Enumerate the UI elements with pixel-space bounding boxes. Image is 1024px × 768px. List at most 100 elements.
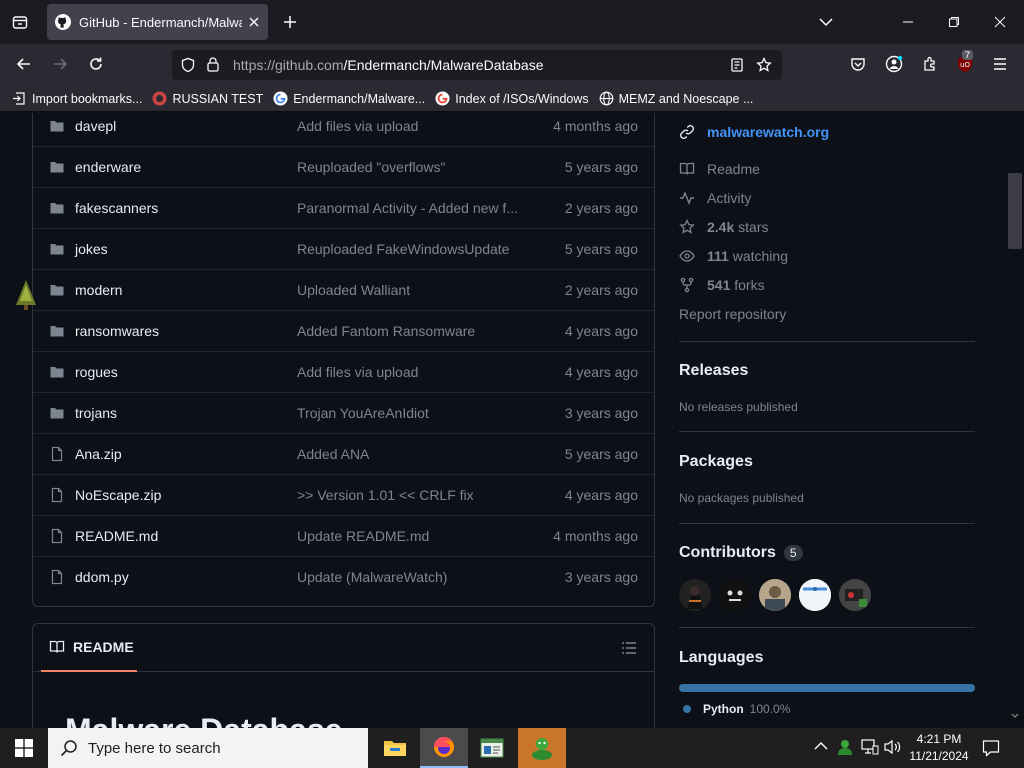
table-row[interactable]: ddom.py Update (MalwareWatch) 3 years ago	[33, 557, 654, 598]
minimize-icon[interactable]	[898, 12, 918, 32]
avatar[interactable]	[839, 579, 871, 611]
bookmark-import[interactable]: Import bookmarks...	[12, 91, 142, 106]
new-tab-icon[interactable]	[280, 12, 300, 32]
taskbar-search-input[interactable]: Type here to search	[48, 728, 368, 768]
file-name-link[interactable]: davepl	[75, 118, 116, 134]
tracking-protection-icon[interactable]	[180, 57, 196, 73]
table-row[interactable]: README.md Update README.md 4 months ago	[33, 516, 654, 557]
browser-tab-active[interactable]: GitHub - Endermanch/MalwareDatabase	[47, 4, 268, 40]
tray-user-icon[interactable]	[837, 738, 855, 756]
mascot-app[interactable]	[518, 728, 566, 768]
extensions-icon[interactable]	[920, 54, 940, 74]
table-row[interactable]: NoEscape.zip >> Version 1.01 << CRLF fix 4…	[33, 475, 654, 516]
file-name-link[interactable]: jokes	[75, 241, 108, 257]
close-window-icon[interactable]	[990, 12, 1010, 32]
packages-heading[interactable]: Packages	[679, 453, 753, 471]
file-name-link[interactable]: README.md	[75, 528, 158, 544]
table-row[interactable]: Ana.zip Added ANA 5 years ago	[33, 434, 654, 475]
commit-message-link[interactable]: Added Fantom Ransomware	[297, 323, 523, 339]
commit-message-link[interactable]: Trojan YouAreAnIdiot	[297, 405, 523, 421]
menu-icon[interactable]	[990, 54, 1010, 74]
file-name-link[interactable]: fakescanners	[75, 200, 158, 216]
file-name-link[interactable]: modern	[75, 282, 122, 298]
firefox-app[interactable]	[420, 728, 468, 768]
table-row[interactable]: enderware Reuploaded "overflows" 5 years a…	[33, 147, 654, 188]
forks-link[interactable]: 541 forks	[679, 277, 765, 293]
table-row[interactable]: fakescanners Paranormal Activity - Added …	[33, 188, 654, 229]
avatar[interactable]	[799, 579, 831, 611]
commit-message-link[interactable]: >> Version 1.01 << CRLF fix	[297, 487, 523, 503]
readme-link[interactable]: Readme	[679, 161, 760, 177]
bookmark-endermanch[interactable]: Endermanch/Malware...	[273, 91, 425, 106]
avatar[interactable]	[719, 579, 751, 611]
file-name-link[interactable]: NoEscape.zip	[75, 487, 161, 503]
watching-link[interactable]: 111 watching	[679, 248, 788, 264]
commit-message-link[interactable]: Paranormal Activity - Added new f...	[297, 200, 523, 216]
releases-heading[interactable]: Releases	[679, 362, 748, 380]
scrollbar-thumb[interactable]	[1008, 173, 1022, 249]
commit-message-link[interactable]: Added ANA	[297, 446, 523, 462]
file-explorer-app[interactable]	[371, 728, 419, 768]
ublock-icon[interactable]: uO 7	[954, 50, 976, 75]
reader-view-icon[interactable]	[729, 57, 745, 73]
stars-link[interactable]: 2.4k stars	[679, 219, 768, 235]
file-name-link[interactable]: enderware	[75, 159, 141, 175]
file-name-link[interactable]: rogues	[75, 364, 118, 380]
language-entry-python[interactable]: Python 100.0%	[683, 702, 790, 716]
table-row[interactable]: jokes Reuploaded FakeWindowsUpdate 5 years…	[33, 229, 654, 270]
commit-message-link[interactable]: Add files via upload	[297, 364, 523, 380]
commit-message-link[interactable]: Reuploaded FakeWindowsUpdate	[297, 241, 523, 257]
pocket-icon[interactable]	[848, 54, 868, 74]
reload-icon[interactable]	[86, 54, 106, 74]
avatar[interactable]	[679, 579, 711, 611]
table-row[interactable]: rogues Add files via upload 4 years ago	[33, 352, 654, 393]
github-page: davepl Add files via upload 4 months ago en…	[0, 113, 1024, 728]
activity-link[interactable]: Activity	[679, 190, 751, 206]
readme-tab[interactable]: README	[41, 624, 137, 672]
forward-icon[interactable]	[50, 54, 70, 74]
commit-message-link[interactable]: Uploaded Walliant	[297, 282, 523, 298]
table-row[interactable]: ransomwares Added Fantom Ransomware 4 year…	[33, 311, 654, 352]
report-repository-link[interactable]: Report repository	[679, 306, 786, 322]
taskbar-clock[interactable]: 4:21 PM 11/21/2024	[904, 731, 974, 765]
scroll-down-icon[interactable]	[1011, 713, 1019, 719]
outline-list-icon[interactable]	[621, 640, 637, 656]
close-tab-icon[interactable]	[248, 16, 260, 28]
bookmark-memz[interactable]: MEMZ and Noescape ...	[599, 91, 753, 106]
tray-overflow-icon[interactable]	[814, 741, 828, 751]
url-text[interactable]: https://github.com/Endermanch/MalwareDat…	[233, 57, 544, 73]
volume-icon[interactable]	[884, 739, 902, 755]
lock-icon[interactable]	[206, 56, 220, 72]
url-bar[interactable]: https://github.com/Endermanch/MalwareDat…	[172, 50, 782, 80]
website-link[interactable]: malwarewatch.org	[679, 124, 829, 140]
network-icon[interactable]	[861, 739, 879, 755]
bookmark-russian-test[interactable]: RUSSIAN TEST	[152, 91, 263, 106]
account-icon[interactable]	[884, 54, 904, 74]
commit-message-link[interactable]: Update (MalwareWatch)	[297, 569, 523, 585]
file-name-link[interactable]: Ana.zip	[75, 446, 122, 462]
file-name-link[interactable]: ddom.py	[75, 569, 129, 585]
restore-icon[interactable]	[944, 12, 964, 32]
file-name-link[interactable]: ransomwares	[75, 323, 159, 339]
eye-icon	[679, 248, 695, 264]
firefox-view-icon[interactable]	[10, 12, 30, 32]
back-icon[interactable]	[14, 54, 34, 74]
table-row[interactable]: davepl Add files via upload 4 months ago	[33, 113, 654, 147]
commit-message-link[interactable]: Update README.md	[297, 528, 523, 544]
page-scrollbar[interactable]	[1006, 113, 1024, 728]
table-row[interactable]: trojans Trojan YouAreAnIdiot 3 years ago	[33, 393, 654, 434]
contributors-heading[interactable]: Contributors 5	[679, 544, 803, 562]
commit-date: 4 years ago	[564, 487, 638, 503]
commit-message-link[interactable]: Add files via upload	[297, 118, 523, 134]
commit-message-link[interactable]: Reuploaded "overflows"	[297, 159, 523, 175]
list-tabs-icon[interactable]	[816, 12, 836, 32]
bookmark-index-isos[interactable]: Index of /ISOs/Windows	[435, 91, 589, 106]
start-button[interactable]	[0, 728, 48, 768]
notifications-icon[interactable]	[982, 739, 1000, 757]
packages-subtitle: No packages published	[679, 491, 804, 505]
notepad-app[interactable]	[468, 728, 516, 768]
file-name-link[interactable]: trojans	[75, 405, 117, 421]
avatar[interactable]	[759, 579, 791, 611]
table-row[interactable]: modern Uploaded Walliant 2 years ago	[33, 270, 654, 311]
bookmark-star-icon[interactable]	[756, 57, 772, 73]
